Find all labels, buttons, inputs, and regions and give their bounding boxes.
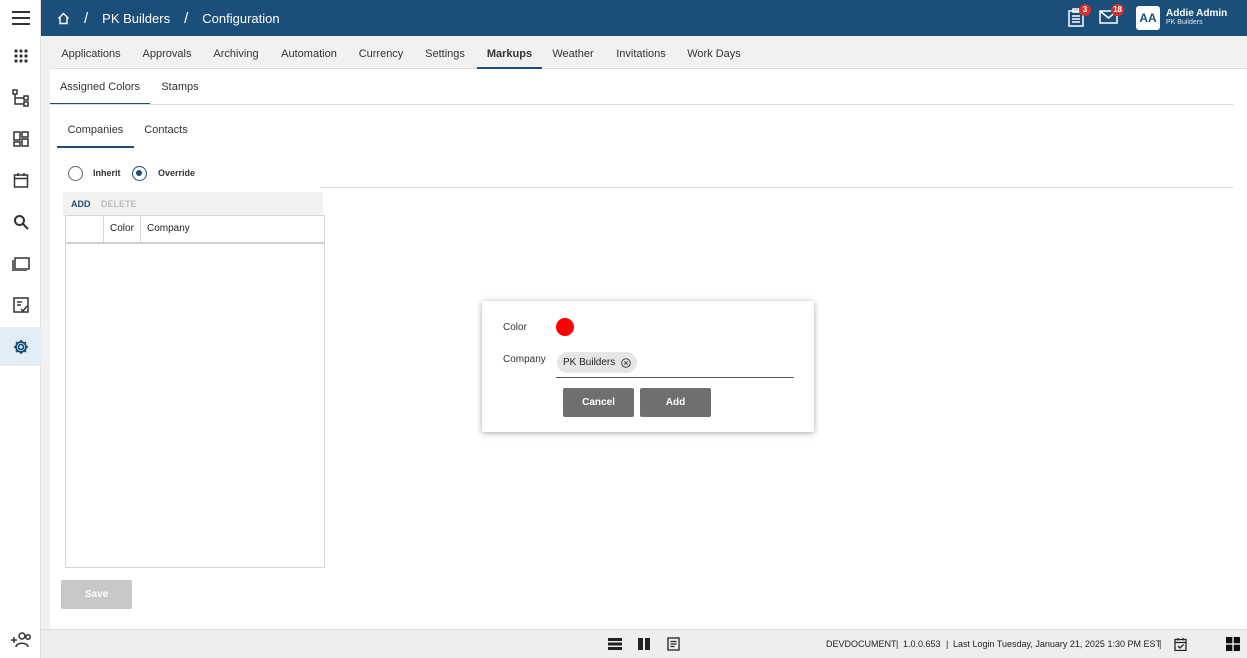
folders-icon[interactable]	[0, 245, 41, 281]
footer-separator: |	[946, 639, 949, 649]
tab-contacts[interactable]: Contacts	[138, 112, 194, 148]
delete-row-button[interactable]: DELETE	[101, 199, 137, 209]
config-tabs: Applications Approvals Archiving Automat…	[50, 36, 1247, 69]
mail-badge: 18	[1111, 4, 1124, 16]
tab-work-days[interactable]: Work Days	[681, 36, 747, 69]
grid-header: Color Company	[66, 216, 324, 244]
cancel-button[interactable]: Cancel	[563, 388, 634, 417]
tab-weather[interactable]: Weather	[546, 36, 600, 69]
add-user-icon[interactable]	[0, 622, 41, 658]
grid-toolbar: ADD DELETE	[63, 192, 323, 216]
version-label: 1.0.0.653	[903, 639, 941, 649]
windows-icon[interactable]	[1226, 637, 1240, 651]
user-name[interactable]: Addie Admin	[1166, 8, 1227, 19]
breadcrumb-separator: /	[84, 9, 89, 27]
menu-icon[interactable]	[0, 0, 41, 36]
column-header-company[interactable]: Company	[140, 216, 324, 242]
color-label: Color	[503, 322, 527, 333]
colors-grid: Color Company	[65, 215, 325, 568]
calendar-icon[interactable]	[0, 162, 41, 198]
avatar[interactable]: AA	[1136, 6, 1160, 30]
tab-applications[interactable]: Applications	[50, 36, 132, 69]
breadcrumb: / PK Builders / Configuration	[57, 0, 280, 36]
tab-approvals[interactable]: Approvals	[134, 36, 200, 69]
tab-settings[interactable]: Settings	[416, 36, 474, 69]
color-swatch[interactable]	[556, 318, 574, 336]
inherit-radio[interactable]	[68, 166, 83, 181]
top-header-bar: / PK Builders / Configuration 3 18 AA Ad…	[41, 0, 1247, 36]
company-field[interactable]	[556, 377, 794, 378]
split-view-icon[interactable]	[638, 638, 650, 650]
apps-grid-icon[interactable]	[0, 38, 41, 74]
breadcrumb-configuration[interactable]: Configuration	[202, 11, 279, 26]
column-header-color[interactable]: Color	[103, 216, 140, 242]
divider	[320, 187, 1234, 188]
remove-chip-icon[interactable]	[621, 357, 632, 368]
add-button[interactable]: Add	[640, 388, 711, 417]
tab-invitations[interactable]: Invitations	[608, 36, 674, 69]
tab-archiving[interactable]: Archiving	[204, 36, 268, 69]
company-label: Company	[503, 354, 546, 365]
tasks-button[interactable]: 3	[1067, 4, 1091, 27]
tab-stamps[interactable]: Stamps	[154, 69, 206, 105]
override-radio[interactable]	[132, 166, 147, 181]
tab-companies[interactable]: Companies	[57, 112, 134, 148]
divider	[50, 104, 1234, 105]
breadcrumb-separator: /	[184, 9, 189, 27]
tab-markups[interactable]: Markups	[477, 36, 542, 69]
grid-select-column[interactable]	[66, 216, 103, 242]
home-icon[interactable]	[57, 12, 70, 25]
footer-separator: |	[896, 639, 899, 649]
settings-gear-icon[interactable]	[0, 327, 41, 366]
save-button[interactable]: Save	[61, 580, 132, 609]
list-view-icon[interactable]	[608, 638, 622, 650]
dashboard-icon[interactable]	[0, 121, 41, 157]
footer-separator: |	[1159, 639, 1162, 649]
tab-automation[interactable]: Automation	[272, 36, 346, 69]
search-icon[interactable]	[0, 204, 41, 240]
tab-currency[interactable]: Currency	[351, 36, 411, 69]
company-chip-label: PK Builders	[563, 357, 616, 368]
checklist-icon[interactable]	[0, 287, 41, 323]
status-bar: DEVDOCUMENT | 1.0.0.653 | Last Login Tue…	[41, 629, 1247, 658]
tasks-badge: 3	[1079, 4, 1091, 16]
left-nav-rail	[0, 0, 41, 658]
last-login-label: Last Login Tuesday, January 21, 2025 1:3…	[953, 639, 1161, 649]
hierarchy-icon[interactable]	[0, 80, 41, 116]
company-chip: PK Builders	[557, 352, 638, 373]
environment-label: DEVDOCUMENT	[826, 639, 897, 649]
document-view-icon[interactable]	[667, 637, 680, 651]
calendar-check-icon[interactable]	[1174, 637, 1187, 651]
tab-assigned-colors[interactable]: Assigned Colors	[50, 69, 150, 105]
add-color-dialog: Color Company PK Builders Cancel Add	[482, 301, 814, 432]
add-row-button[interactable]: ADD	[71, 199, 91, 209]
inherit-label[interactable]: Inherit	[93, 168, 121, 178]
breadcrumb-company[interactable]: PK Builders	[102, 11, 170, 26]
mail-button[interactable]: 18	[1099, 4, 1124, 25]
override-label[interactable]: Override	[158, 168, 195, 178]
user-company: PK Builders	[1166, 19, 1203, 26]
